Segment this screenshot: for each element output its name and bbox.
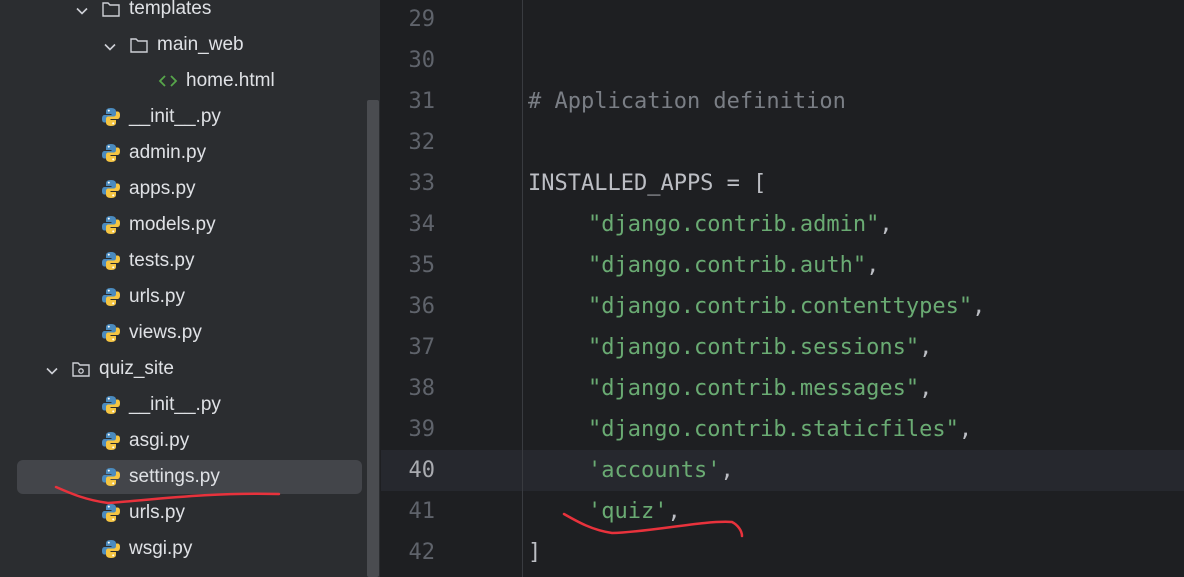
underline-annotation-quiz [562,512,744,538]
underline-annotation-settings [54,485,281,505]
annotation-layer [54,485,744,538]
